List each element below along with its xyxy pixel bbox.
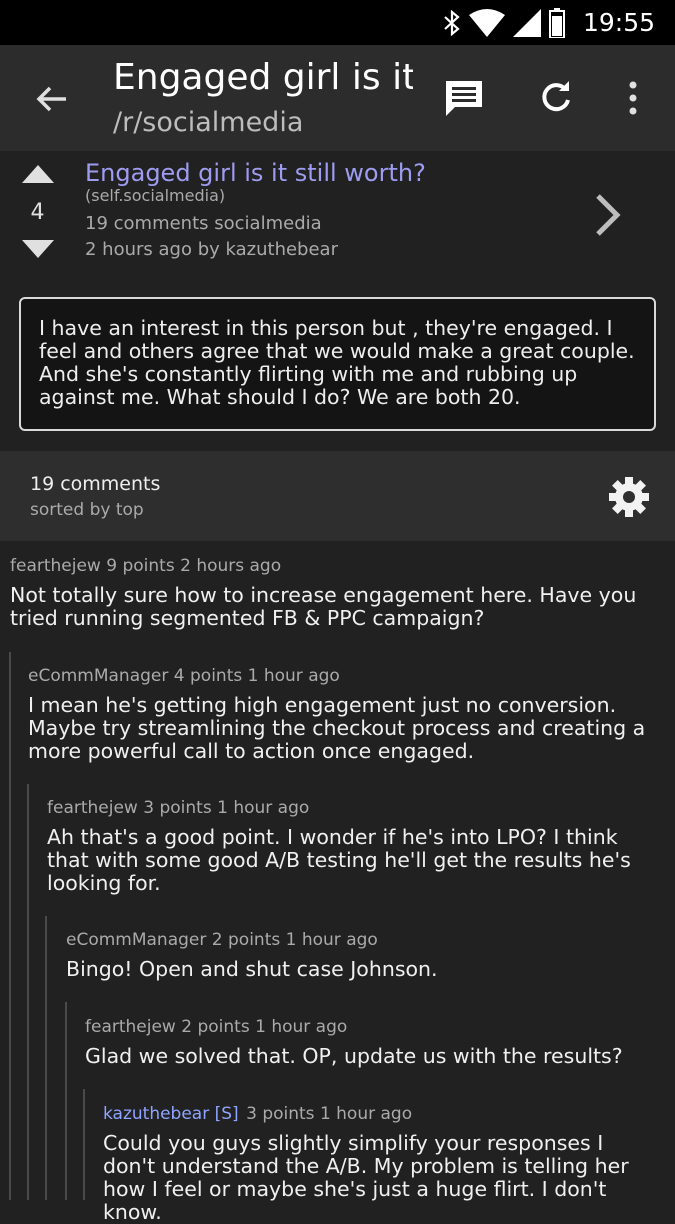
comment-points: 2 points	[211, 930, 281, 950]
post-author[interactable]: by kazuthebear	[198, 239, 338, 260]
comment-header: eCommManager 2 points 1 hour ago	[66, 930, 657, 950]
downvote-icon[interactable]	[22, 240, 54, 258]
comment-body: Bingo! Open and shut case Johnson.	[66, 957, 438, 981]
back-arrow-icon[interactable]	[30, 77, 74, 121]
post-subreddit[interactable]: socialmedia	[214, 213, 321, 234]
post-selftext: I have an interest in this person but , …	[19, 297, 656, 431]
refresh-icon	[542, 81, 570, 112]
app-title: Engaged girl is it...	[113, 57, 413, 98]
signal-icon	[512, 8, 541, 37]
comment-points: 3 points	[143, 798, 212, 818]
subreddit-name[interactable]: /r/socialmedia	[113, 107, 303, 138]
comment-header: fearthejew 2 points 1 hour ago	[85, 1017, 657, 1037]
comment-time: 1 hour ago	[247, 666, 340, 686]
comments-sort[interactable]: sorted by top	[30, 500, 144, 520]
comment-time: 1 hour ago	[255, 1017, 348, 1037]
comments-header: 19 comments sorted by top	[0, 451, 675, 541]
comment-time: 1 hour ago	[285, 930, 378, 950]
chevron-right-icon[interactable]	[590, 191, 624, 239]
overflow-menu-button[interactable]	[610, 75, 656, 121]
comment-body: Glad we solved that. OP, update us with …	[85, 1044, 623, 1068]
status-bar: 19:55	[0, 0, 675, 45]
comment-author[interactable]: eCommManager	[66, 930, 206, 950]
comment-body: Not totally sure how to increase engagem…	[10, 583, 637, 630]
post-title[interactable]: Engaged girl is it still worth?	[85, 159, 426, 187]
comment-points: 9 points	[106, 556, 175, 576]
comment-header: kazuthebear [S] 3 points 1 hour ago	[103, 1104, 657, 1124]
upvote-icon[interactable]	[22, 165, 54, 183]
status-time: 19:55	[582, 8, 655, 37]
comment-body: I mean he's getting high engagement just…	[28, 693, 646, 763]
post-time: 2 hours ago	[85, 239, 192, 260]
battery-icon	[548, 7, 565, 38]
refresh-button[interactable]	[533, 75, 579, 121]
submitter-flair: [S]	[214, 1104, 239, 1124]
comments-count: 19 comments	[30, 473, 161, 495]
more-vert-icon	[629, 81, 637, 115]
comment-button[interactable]	[441, 75, 487, 121]
gear-icon[interactable]	[607, 475, 651, 519]
post-meta-line-2: 2 hours ago by kazuthebear	[85, 239, 338, 260]
app-bar: Engaged girl is it... /r/socialmedia	[0, 45, 675, 151]
comment-points: 4 points	[173, 666, 243, 686]
comment-time: 1 hour ago	[319, 1104, 413, 1124]
post-card: 4 Engaged girl is it still worth? (self.…	[0, 151, 675, 451]
comment-points: 3 points	[246, 1104, 315, 1124]
comment[interactable]: fearthejew 9 points 2 hours ago Not tota…	[0, 556, 675, 630]
comment-header: eCommManager 4 points 1 hour ago	[28, 666, 657, 686]
comment[interactable]: fearthejew 3 points 1 hour ago Ah that's…	[29, 798, 675, 895]
post-comment-count[interactable]: 19 comments	[85, 213, 209, 234]
comment-author[interactable]: fearthejew	[47, 798, 138, 818]
comment-points: 2 points	[181, 1017, 250, 1037]
bluetooth-icon	[444, 9, 460, 36]
comment[interactable]: eCommManager 2 points 1 hour ago Bingo! …	[47, 930, 675, 981]
comment[interactable]: kazuthebear [S] 3 points 1 hour ago Coul…	[85, 1104, 675, 1224]
comment-header: fearthejew 3 points 1 hour ago	[47, 798, 657, 818]
comment-author[interactable]: kazuthebear	[103, 1104, 209, 1124]
comment-header: fearthejew 9 points 2 hours ago	[10, 556, 657, 576]
post-score: 4	[30, 200, 45, 225]
comment-time: 1 hour ago	[217, 798, 310, 818]
comment-time: 2 hours ago	[180, 556, 282, 576]
post-domain: (self.socialmedia)	[85, 186, 226, 205]
post-meta-line: 19 comments socialmedia	[85, 213, 322, 234]
comment-body: Could you guys slightly simplify your re…	[103, 1131, 629, 1224]
comment-body: Ah that's a good point. I wonder if he's…	[47, 825, 631, 895]
comment[interactable]: fearthejew 2 points 1 hour ago Glad we s…	[67, 1017, 675, 1068]
wifi-icon	[468, 8, 505, 37]
comment-author[interactable]: fearthejew	[10, 556, 101, 576]
comment-author[interactable]: eCommManager	[28, 666, 168, 686]
comment-icon	[446, 81, 482, 116]
comment-author[interactable]: fearthejew	[85, 1017, 176, 1037]
comment[interactable]: eCommManager 4 points 1 hour ago I mean …	[11, 666, 675, 763]
